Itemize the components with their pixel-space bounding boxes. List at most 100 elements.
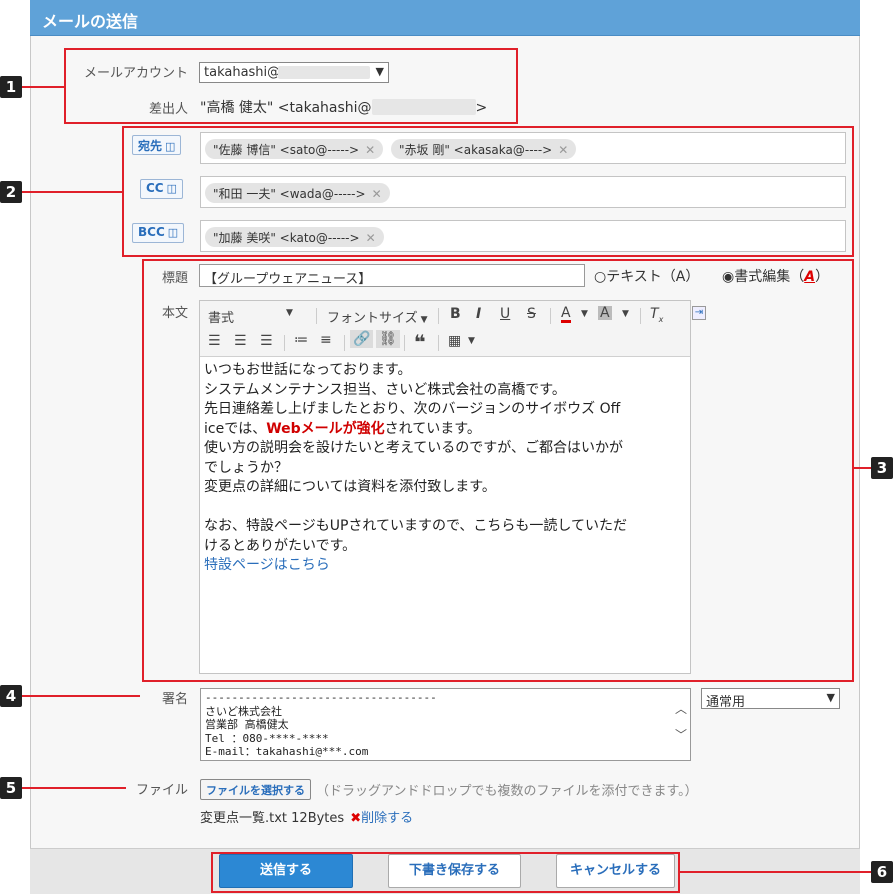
font-size-dropdown[interactable]: フォントサイズ ▼ bbox=[327, 307, 428, 326]
expand-editor-icon[interactable]: ⇥ bbox=[692, 306, 706, 320]
toolbar-divider bbox=[344, 335, 345, 351]
scroll-up-icon[interactable]: ︿ bbox=[674, 702, 688, 717]
remove-icon[interactable]: ✕ bbox=[558, 143, 568, 157]
cc-field[interactable]: "和田 一夫" <wada@-----> ✕ bbox=[200, 176, 846, 208]
callout-2: 2 bbox=[0, 181, 22, 203]
format-dropdown[interactable]: 書式 bbox=[208, 307, 234, 326]
toolbar-divider bbox=[316, 308, 317, 324]
title-bar: メールの送信 bbox=[30, 0, 860, 36]
callout-4: 4 bbox=[0, 685, 22, 707]
callout-1: 1 bbox=[0, 76, 22, 98]
body-editor[interactable]: 書式 ▼ フォントサイズ ▼ B I U S A ▼ A ▼ Tx ☰ ☰ ☰ ≔… bbox=[199, 300, 691, 674]
chevron-down-icon: ▼ bbox=[375, 65, 384, 78]
callout-line-3 bbox=[854, 467, 871, 469]
blockquote-icon[interactable]: ❝ bbox=[414, 330, 426, 354]
toolbar-divider bbox=[640, 308, 641, 324]
bold-icon[interactable]: B bbox=[450, 306, 461, 322]
cancel-button[interactable]: キャンセルする bbox=[556, 854, 675, 888]
editor-toolbar: 書式 ▼ フォントサイズ ▼ B I U S A ▼ A ▼ Tx ☰ ☰ ☰ ≔… bbox=[200, 301, 690, 357]
toolbar-divider bbox=[438, 335, 439, 351]
mode-text-radio[interactable]: ○テキスト（A） bbox=[594, 266, 699, 286]
bcc-field[interactable]: "加藤 美咲" <kato@-----> ✕ bbox=[200, 220, 846, 252]
align-right-icon[interactable]: ☰ bbox=[260, 333, 273, 349]
sender-label: 差出人 bbox=[148, 102, 188, 117]
callout-line-2 bbox=[22, 191, 122, 193]
address-book-icon: ◫ bbox=[165, 140, 176, 153]
callout-3: 3 bbox=[871, 457, 893, 479]
unlink-icon[interactable]: ⛓ bbox=[376, 330, 400, 348]
highlighted-text: Webメールが強化 bbox=[266, 420, 385, 437]
chevron-down-icon: ▼ bbox=[826, 691, 835, 704]
special-page-link[interactable]: 特設ページはこちら bbox=[204, 556, 688, 576]
delete-icon[interactable]: ✖ bbox=[350, 811, 361, 826]
signature-textarea[interactable]: ----------------------------------- さいど株… bbox=[200, 688, 691, 761]
account-select[interactable]: takahashi@ ▼ bbox=[199, 62, 389, 83]
bulleted-list-icon[interactable]: ≔ bbox=[294, 332, 308, 348]
callout-5: 5 bbox=[0, 777, 22, 799]
attached-file: 変更点一覧.txt 12Bytes ✖削除する bbox=[200, 807, 413, 826]
table-icon[interactable]: ▦ bbox=[448, 333, 461, 349]
text-color-icon[interactable]: A bbox=[561, 306, 571, 323]
send-button[interactable]: 送信する bbox=[219, 854, 353, 888]
toolbar-divider bbox=[284, 335, 285, 351]
align-center-icon[interactable]: ☰ bbox=[234, 333, 247, 349]
remove-icon[interactable]: ✕ bbox=[372, 187, 382, 201]
callout-6: 6 bbox=[871, 861, 893, 883]
remove-icon[interactable]: ✕ bbox=[366, 231, 376, 245]
align-left-icon[interactable]: ☰ bbox=[208, 333, 221, 349]
account-redacted bbox=[278, 66, 370, 79]
strikethrough-icon[interactable]: S bbox=[527, 306, 536, 322]
chevron-down-icon: ▼ bbox=[420, 315, 428, 325]
text-color-chevron-icon[interactable]: ▼ bbox=[581, 309, 588, 319]
clear-format-icon[interactable]: Tx bbox=[650, 306, 663, 324]
account-label: メールアカウント bbox=[83, 66, 188, 81]
callout-line-4 bbox=[22, 695, 140, 697]
account-value: takahashi@ bbox=[204, 65, 281, 80]
file-hint: （ドラッグアンドドロップでも複数のファイルを添付できます。） bbox=[316, 784, 698, 799]
sender-redacted bbox=[371, 99, 476, 115]
address-book-icon: ◫ bbox=[166, 182, 178, 195]
bcc-button[interactable]: BCC ◫ bbox=[132, 223, 185, 243]
choose-file-button[interactable]: ファイルを選択する bbox=[200, 779, 311, 800]
save-draft-button[interactable]: 下書き保存する bbox=[388, 854, 521, 888]
callout-line-1 bbox=[22, 86, 64, 88]
page-title: メールの送信 bbox=[42, 12, 139, 31]
signature-select[interactable]: 通常用 ▼ bbox=[701, 688, 840, 710]
cc-button[interactable]: CC ◫ bbox=[140, 179, 184, 199]
link-icon[interactable]: 🔗 bbox=[350, 330, 374, 348]
radio-checked-icon: ◉ bbox=[722, 269, 735, 285]
sender-value: "高橋 健太" <takahashi@ > bbox=[200, 99, 488, 116]
background-color-icon[interactable]: A bbox=[598, 306, 612, 320]
toolbar-divider bbox=[550, 308, 551, 324]
table-chevron-icon[interactable]: ▼ bbox=[468, 336, 475, 346]
address-book-icon: ◫ bbox=[167, 226, 179, 239]
signature-label: 署名 bbox=[161, 692, 188, 707]
radio-empty-icon: ○ bbox=[594, 269, 607, 285]
recipient-chip[interactable]: "和田 一夫" <wada@-----> ✕ bbox=[205, 183, 390, 203]
format-chevron-icon: ▼ bbox=[286, 308, 293, 318]
remove-icon[interactable]: ✕ bbox=[365, 143, 375, 157]
subject-label: 標題 bbox=[161, 271, 188, 286]
callout-line-5 bbox=[22, 787, 126, 789]
recipient-chip[interactable]: "赤坂 剛" <akasaka@----> ✕ bbox=[391, 139, 577, 159]
toolbar-divider bbox=[404, 335, 405, 351]
mode-rich-radio[interactable]: ◉書式編集（A） bbox=[722, 266, 829, 286]
recipient-chip[interactable]: "佐藤 博信" <sato@-----> ✕ bbox=[205, 139, 384, 159]
subject-input[interactable]: 【グループウェアニュース】 bbox=[199, 264, 585, 287]
delete-file-link[interactable]: 削除する bbox=[361, 811, 413, 826]
background-color-chevron-icon[interactable]: ▼ bbox=[622, 309, 629, 319]
to-button[interactable]: 宛先 ◫ bbox=[132, 135, 182, 155]
underline-icon[interactable]: U bbox=[500, 306, 510, 322]
file-label: ファイル bbox=[135, 783, 188, 798]
to-field[interactable]: "佐藤 博信" <sato@-----> ✕ "赤坂 剛" <akasaka@--… bbox=[200, 132, 846, 164]
rich-text-icon: A bbox=[804, 269, 816, 285]
body-line-highlight: iceでは、Webメールが強化されています。 bbox=[204, 420, 481, 437]
numbered-list-icon[interactable]: ≡ bbox=[320, 332, 332, 348]
body-content[interactable]: いつもお世話になっております。 システムメンテナンス担当、さいど株式会社の高橋で… bbox=[204, 361, 688, 576]
body-label: 本文 bbox=[161, 306, 188, 321]
callout-line-6 bbox=[680, 871, 871, 873]
scroll-down-icon[interactable]: ﹀ bbox=[674, 728, 688, 743]
toolbar-divider bbox=[438, 308, 439, 324]
recipient-chip[interactable]: "加藤 美咲" <kato@-----> ✕ bbox=[205, 227, 384, 247]
italic-icon[interactable]: I bbox=[476, 306, 481, 322]
